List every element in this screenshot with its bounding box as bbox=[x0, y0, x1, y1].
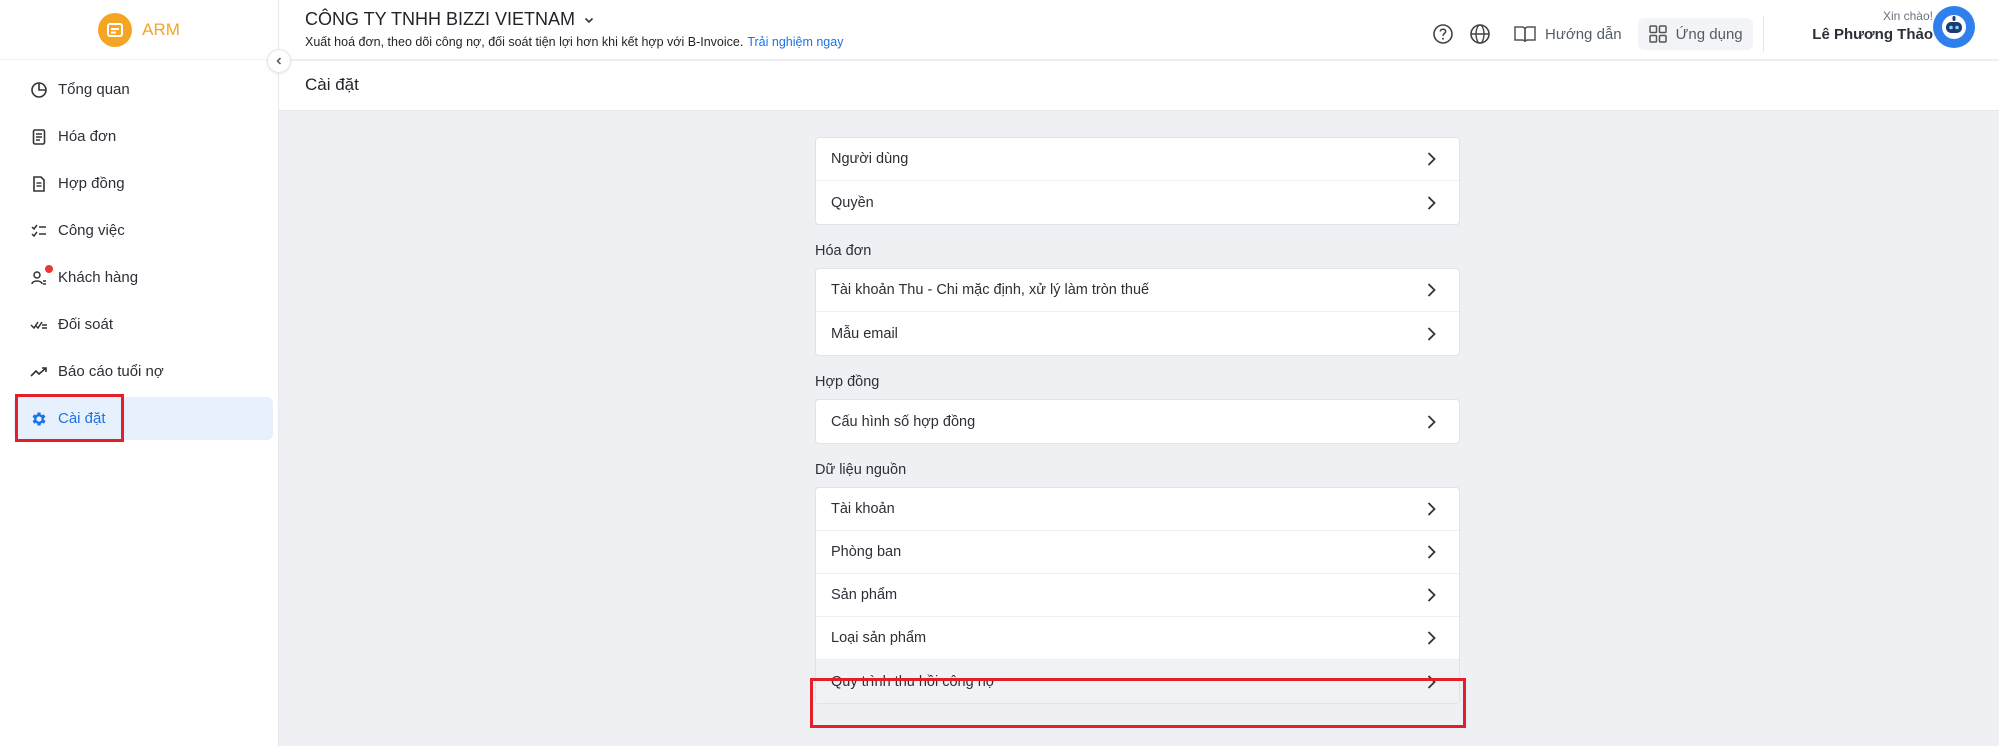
chevron-right-icon bbox=[1427, 631, 1436, 645]
sidebar-item-label: Cài đặt bbox=[58, 410, 106, 427]
arm-logo-icon bbox=[98, 12, 133, 47]
top-header: CÔNG TY TNHH BIZZI VIETNAM Xuất hoá đơn,… bbox=[279, 0, 1999, 60]
sidebar-item-tasks[interactable]: Công việc bbox=[14, 209, 273, 252]
help-button[interactable] bbox=[1429, 20, 1457, 48]
robot-avatar-icon bbox=[1942, 15, 1966, 39]
logo-text: ARM bbox=[142, 19, 180, 39]
sidebar-item-customers[interactable]: Khách hàng bbox=[14, 256, 273, 299]
group-title-contract: Hợp đồng bbox=[815, 374, 880, 390]
sidebar-item-label: Công việc bbox=[58, 222, 125, 239]
settings-card-general: Người dùng Quyền bbox=[815, 137, 1460, 225]
settings-item-products[interactable]: Sản phẩm bbox=[816, 574, 1459, 617]
settings-item-label: Cấu hình số hợp đồng bbox=[831, 413, 976, 430]
settings-item-default-accounts[interactable]: Tài khoản Thu - Chi mặc định, xử lý làm … bbox=[816, 269, 1459, 312]
chevron-down-icon bbox=[584, 17, 594, 23]
promo-text: Xuất hoá đơn, theo dõi công nợ, đối soát… bbox=[305, 35, 744, 49]
sidebar-item-contracts[interactable]: Hợp đồng bbox=[14, 162, 273, 205]
sidebar-item-settings[interactable]: Cài đặt bbox=[14, 397, 273, 440]
settings-item-label: Người dùng bbox=[831, 151, 909, 167]
sidebar-item-label: Khách hàng bbox=[58, 269, 139, 286]
promo-banner: Xuất hoá đơn, theo dõi công nợ, đối soát… bbox=[305, 35, 843, 49]
help-icon bbox=[1433, 24, 1453, 44]
pie-chart-icon bbox=[31, 81, 47, 98]
settings-item-permissions[interactable]: Quyền bbox=[816, 181, 1459, 224]
document-icon bbox=[33, 175, 45, 192]
avatar[interactable] bbox=[1933, 6, 1975, 48]
settings-card-source-data: Tài khoản Phòng ban Sản phẩm Loại sản ph… bbox=[815, 487, 1460, 704]
globe-icon bbox=[1470, 24, 1490, 44]
settings-item-users[interactable]: Người dùng bbox=[816, 138, 1459, 181]
trend-up-icon bbox=[30, 366, 47, 377]
settings-item-contract-number[interactable]: Cấu hình số hợp đồng bbox=[816, 400, 1459, 443]
sidebar-item-label: Tổng quan bbox=[58, 81, 130, 98]
chevron-right-icon bbox=[1427, 545, 1436, 559]
settings-item-label: Phòng ban bbox=[831, 544, 902, 560]
header-divider bbox=[1762, 16, 1764, 52]
settings-item-label: Sản phẩm bbox=[831, 587, 898, 603]
chevron-right-icon bbox=[1427, 588, 1436, 602]
settings-item-email-template[interactable]: Mẫu email bbox=[816, 312, 1459, 355]
greeting-text: Xin chào! bbox=[1882, 9, 1933, 23]
settings-card-invoice: Tài khoản Thu - Chi mặc định, xử lý làm … bbox=[815, 268, 1460, 356]
apps-label: Ứng dụng bbox=[1675, 25, 1743, 43]
settings-item-label: Tài khoản bbox=[831, 501, 895, 517]
settings-item-debt-collection-process[interactable]: Quy trình thu hồi công nợ bbox=[816, 660, 1459, 703]
gear-icon bbox=[32, 411, 46, 426]
settings-item-label: Loại sản phẩm bbox=[831, 630, 927, 646]
sidebar-item-label: Hợp đồng bbox=[58, 175, 125, 192]
chevron-left-icon bbox=[276, 57, 282, 65]
reconcile-icon bbox=[30, 321, 47, 329]
settings-item-accounts[interactable]: Tài khoản bbox=[816, 488, 1459, 531]
header-actions: Hướng dẫn Ứng dụng bbox=[1429, 16, 1772, 52]
language-button[interactable] bbox=[1466, 20, 1494, 48]
group-title-source-data: Dữ liệu nguồn bbox=[815, 462, 907, 478]
chevron-right-icon bbox=[1427, 502, 1436, 516]
notification-badge bbox=[45, 265, 53, 273]
book-icon bbox=[1514, 26, 1536, 43]
company-selector[interactable]: CÔNG TY TNHH BIZZI VIETNAM bbox=[305, 9, 595, 30]
sidebar-item-invoices[interactable]: Hóa đơn bbox=[14, 115, 273, 158]
sidebar-item-overview[interactable]: Tổng quan bbox=[14, 68, 273, 111]
sidebar-item-label: Báo cáo tuổi nợ bbox=[58, 363, 164, 380]
sidebar-item-label: Hóa đơn bbox=[58, 128, 117, 145]
checklist-icon bbox=[31, 224, 46, 237]
guide-button[interactable]: Hướng dẫn bbox=[1503, 18, 1632, 50]
settings-card-contract: Cấu hình số hợp đồng bbox=[815, 399, 1460, 444]
guide-label: Hướng dẫn bbox=[1545, 25, 1622, 43]
app-logo[interactable]: ARM bbox=[0, 0, 278, 60]
company-name: CÔNG TY TNHH BIZZI VIETNAM bbox=[305, 9, 576, 29]
group-title-invoice: Hóa đơn bbox=[815, 243, 872, 259]
chevron-right-icon bbox=[1427, 414, 1436, 429]
sidebar-item-reconcile[interactable]: Đối soát bbox=[14, 303, 273, 346]
settings-panel: Người dùng Quyền Hóa đơn Tài khoản Thu -… bbox=[815, 137, 1460, 704]
settings-item-product-types[interactable]: Loại sản phẩm bbox=[816, 617, 1459, 660]
apps-button[interactable]: Ứng dụng bbox=[1637, 18, 1753, 50]
page-title: Cài đặt bbox=[305, 75, 359, 94]
chevron-right-icon bbox=[1427, 195, 1436, 210]
sidebar-item-label: Đối soát bbox=[58, 316, 114, 333]
promo-link[interactable]: Trải nghiệm ngay bbox=[747, 35, 843, 49]
settings-item-departments[interactable]: Phòng ban bbox=[816, 531, 1459, 574]
page-header: Cài đặt bbox=[279, 61, 1999, 111]
chevron-right-icon bbox=[1427, 152, 1436, 166]
settings-item-label: Tài khoản Thu - Chi mặc định, xử lý làm … bbox=[831, 282, 1150, 298]
settings-item-label: Quyền bbox=[831, 194, 874, 211]
settings-item-label: Quy trình thu hồi công nợ bbox=[831, 673, 996, 690]
sidebar: ARM Tổng quan Hóa đơn Hợp đồng Công việc… bbox=[0, 0, 279, 746]
user-info[interactable]: Xin chào! Lê Phương Thảo bbox=[1803, 9, 1933, 43]
chevron-right-icon bbox=[1427, 283, 1436, 297]
collapse-sidebar-button[interactable] bbox=[267, 49, 291, 73]
chevron-right-icon bbox=[1427, 326, 1436, 341]
grid-icon bbox=[1648, 25, 1667, 43]
user-name: Lê Phương Thảo bbox=[1812, 26, 1933, 43]
invoice-icon bbox=[32, 128, 46, 145]
sidebar-item-debt-report[interactable]: Báo cáo tuổi nợ bbox=[14, 350, 273, 393]
chevron-right-icon bbox=[1427, 674, 1436, 689]
sidebar-nav: Tổng quan Hóa đơn Hợp đồng Công việc Khá… bbox=[0, 60, 278, 440]
settings-item-label: Mẫu email bbox=[831, 325, 898, 342]
